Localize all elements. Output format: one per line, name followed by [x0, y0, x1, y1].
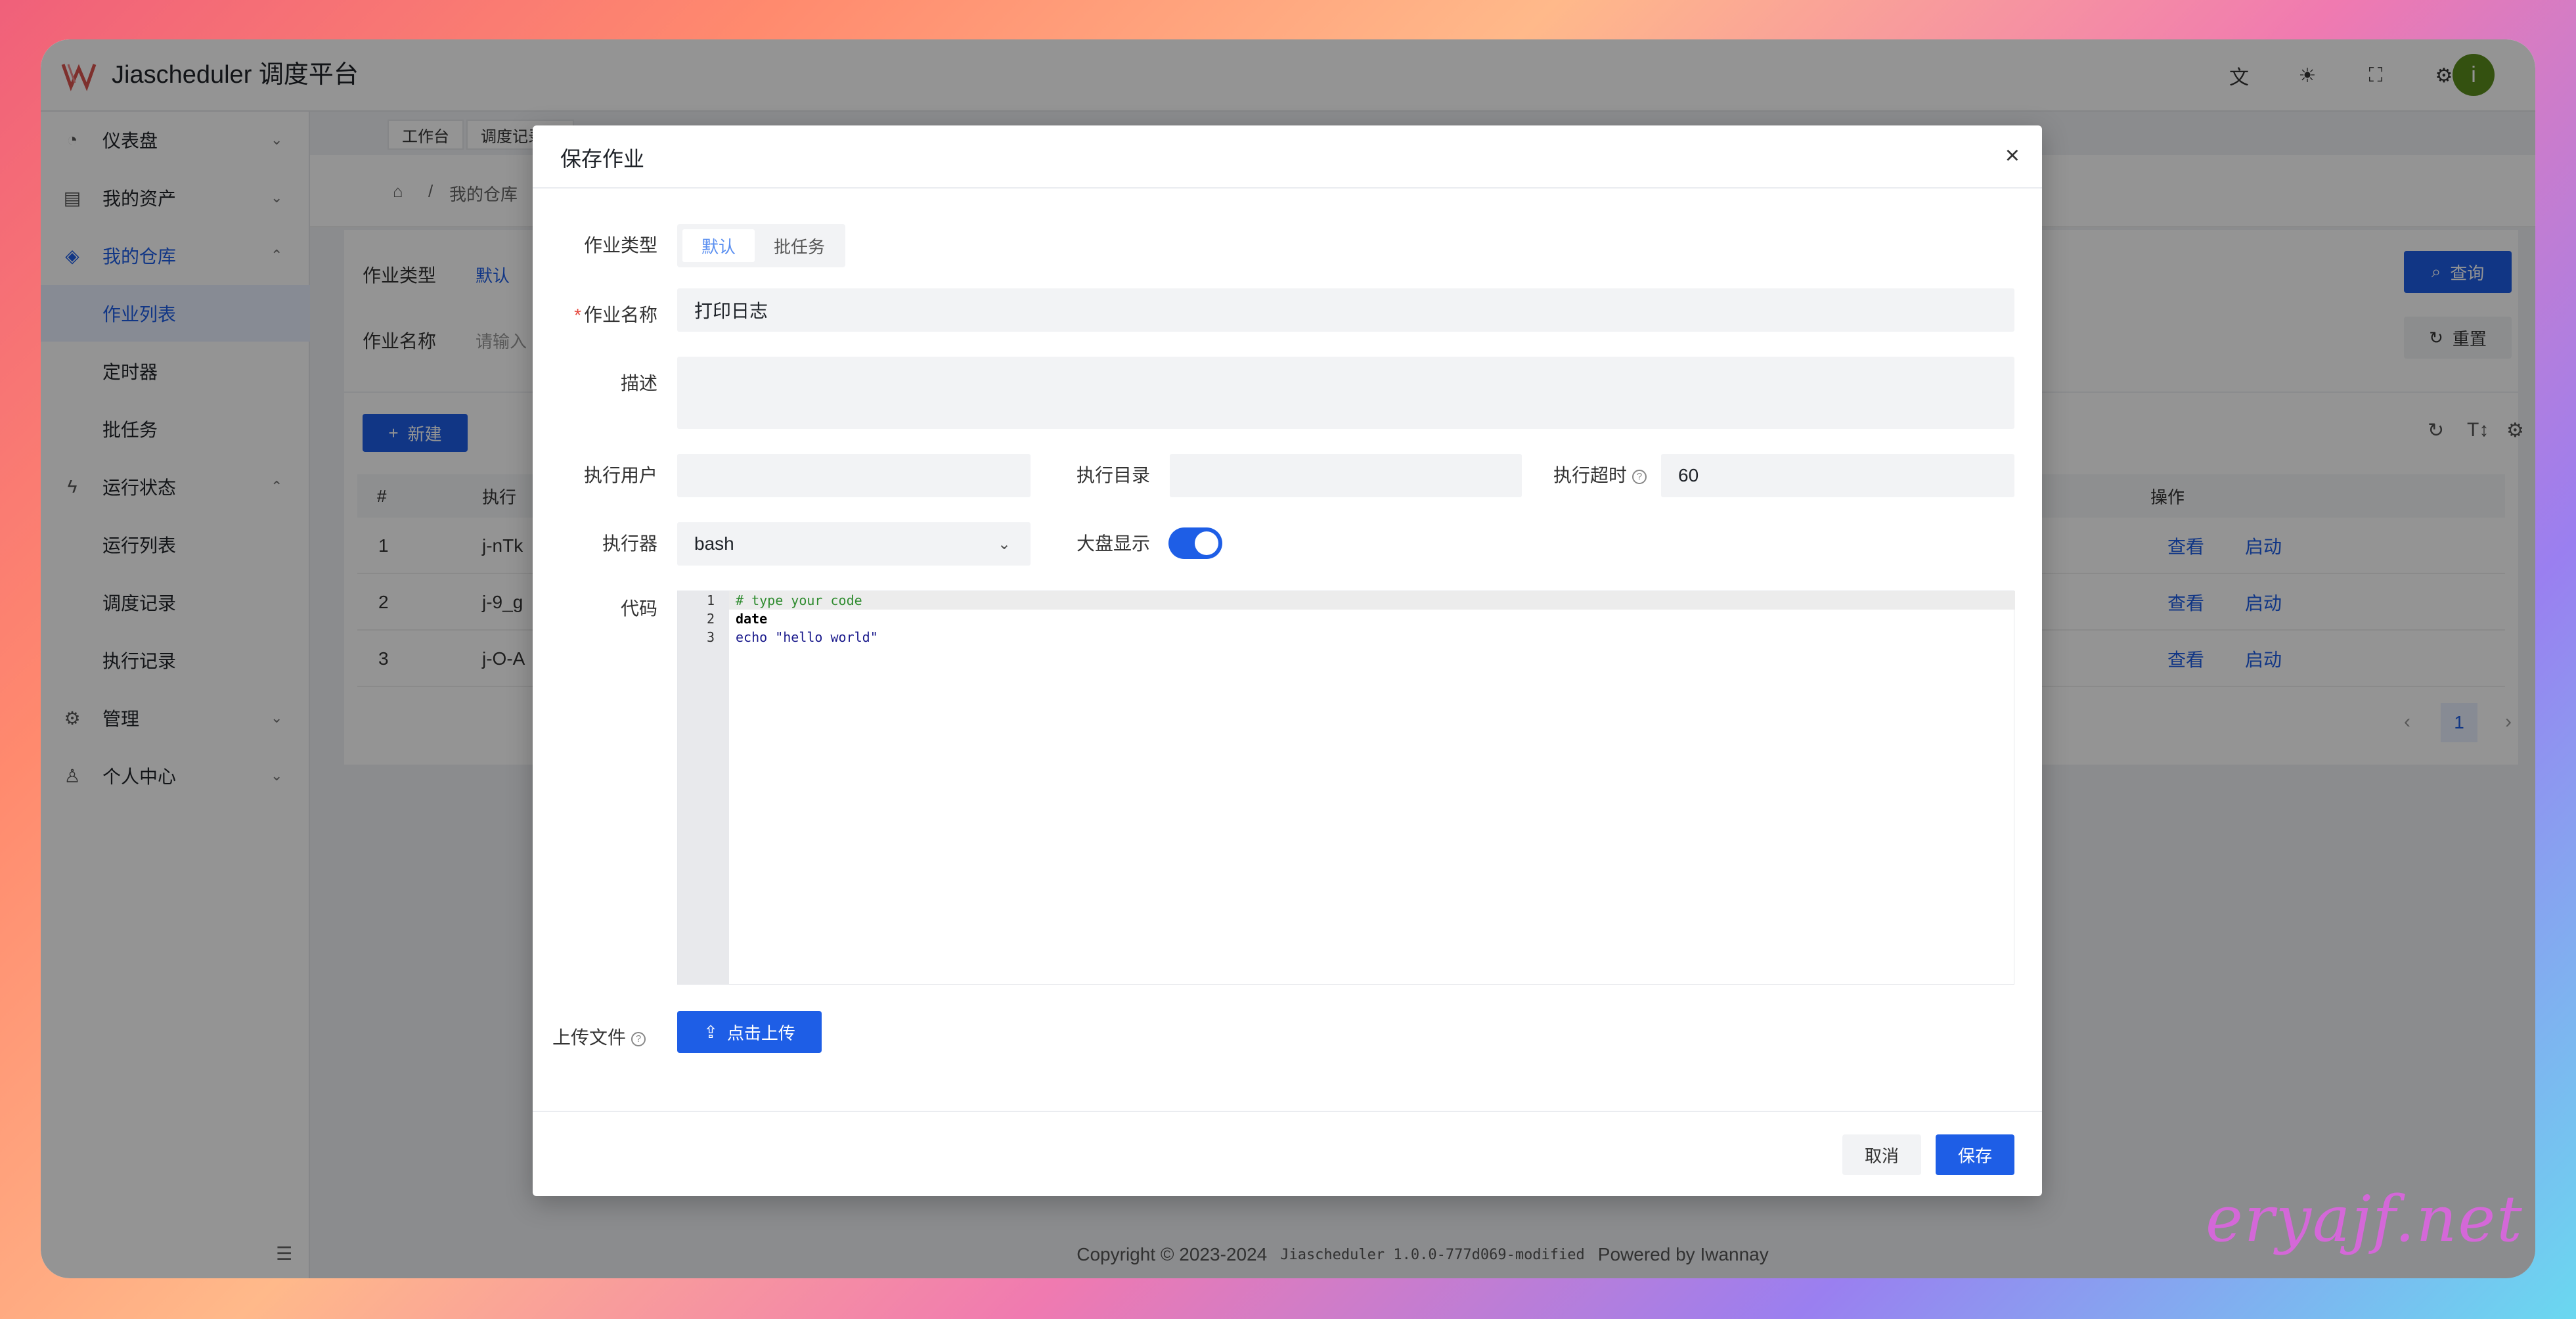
executor-select-value: bash: [694, 533, 734, 554]
line-gutter: [678, 591, 729, 984]
watermark-text: eryajf.net: [2206, 1182, 2523, 1256]
modal-header: 保存作业 ×: [533, 125, 2042, 189]
timeout-input[interactable]: 60: [1661, 454, 2014, 497]
timeout-label: 执行超时?: [1535, 454, 1647, 497]
upload-button[interactable]: ⇪ 点击上传: [677, 1011, 822, 1053]
job-type-label: 作业类型: [583, 235, 657, 256]
dashboard-toggle[interactable]: [1168, 527, 1222, 559]
upload-icon: ⇪: [703, 1021, 718, 1042]
executor-label: 执行器: [602, 533, 657, 554]
line-number: 2: [706, 611, 715, 627]
upload-label-text: 上传文件: [552, 1027, 627, 1048]
job-type-option-default[interactable]: 默认: [682, 229, 755, 262]
exec-user-input[interactable]: [677, 454, 1031, 497]
job-name-input[interactable]: 打印日志: [677, 288, 2014, 332]
code-line: echo "hello world": [736, 629, 878, 645]
executor-select[interactable]: bash ⌄: [677, 522, 1031, 566]
current-line-highlight: [729, 591, 2015, 610]
save-job-modal: 保存作业 × 作业类型 默认 批任务 * 作业名称 打印日志 描述 执行用户 执行…: [533, 125, 2042, 1196]
upload-button-label: 点击上传: [726, 1023, 795, 1043]
dashboard-label: 大盘显示: [1076, 533, 1150, 554]
save-button[interactable]: 保存: [1936, 1134, 2014, 1175]
modal-footer: 取消 保存: [533, 1111, 2042, 1196]
job-type-segmented: 默认 批任务: [677, 224, 845, 267]
code-label: 代码: [620, 598, 657, 619]
description-label: 描述: [620, 373, 657, 393]
required-mark: *: [574, 305, 581, 325]
help-icon[interactable]: ?: [631, 1031, 646, 1046]
close-icon[interactable]: ×: [2005, 140, 2020, 171]
job-name-label: * 作业名称: [559, 295, 657, 336]
exec-dir-label: 执行目录: [1076, 465, 1150, 485]
description-textarea[interactable]: [677, 357, 2014, 429]
toggle-knob: [1195, 531, 1218, 555]
line-number: 3: [706, 629, 715, 645]
modal-title: 保存作业: [560, 147, 645, 171]
job-type-option-batch[interactable]: 批任务: [760, 229, 839, 262]
chevron-down-icon: ⌄: [997, 535, 1011, 553]
code-line: # type your code: [736, 592, 862, 608]
job-name-label-text: 作业名称: [583, 305, 657, 325]
help-icon[interactable]: ?: [1632, 469, 1647, 484]
timeout-label-text: 执行超时: [1553, 465, 1627, 485]
line-number: 1: [706, 592, 715, 608]
upload-label: 上传文件?: [552, 1016, 677, 1060]
cancel-button[interactable]: 取消: [1842, 1134, 1921, 1175]
exec-user-label: 执行用户: [583, 465, 657, 485]
code-line: date: [736, 611, 768, 627]
exec-dir-input[interactable]: [1170, 454, 1522, 497]
code-editor[interactable]: 1 2 3 # type your code date echo "hello …: [677, 591, 2015, 985]
